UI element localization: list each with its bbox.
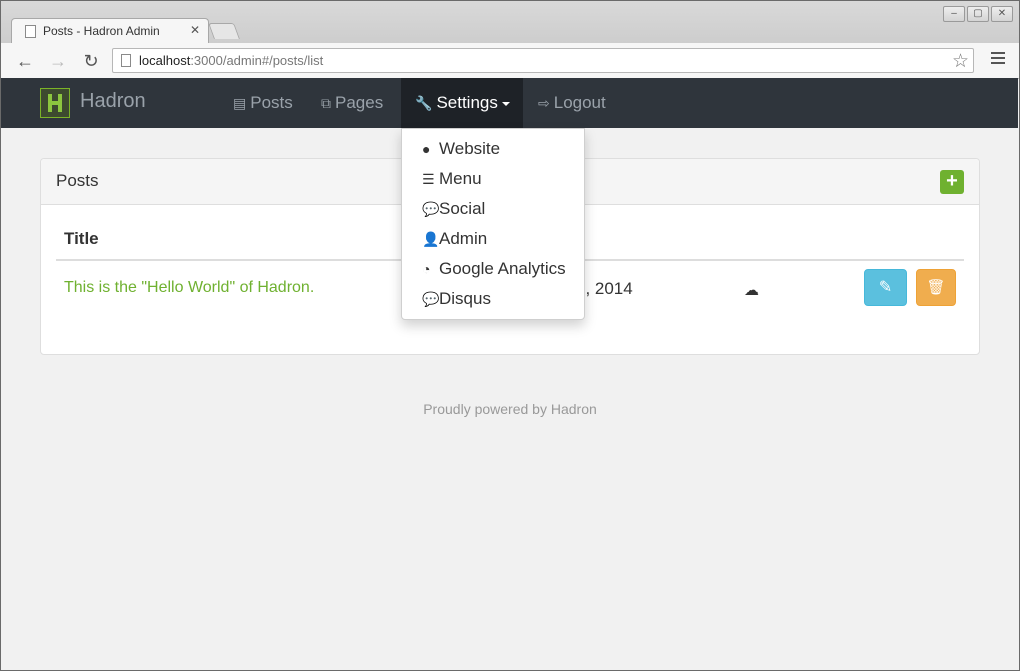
panel-title: Posts <box>56 171 99 190</box>
browser-tab[interactable]: Posts - Hadron Admin ✕ <box>11 18 209 44</box>
url-text: localhost:3000/admin#/posts/list <box>139 53 324 68</box>
hadron-logo-icon[interactable] <box>40 88 70 118</box>
new-tab-button[interactable] <box>208 23 240 39</box>
globe-icon: ● <box>422 141 431 157</box>
post-title-link[interactable]: This is the "Hello World" of Hadron. <box>64 279 314 297</box>
maximize-icon[interactable]: ▢ <box>967 6 989 22</box>
sign-out-icon: ⇨ <box>538 95 550 111</box>
wrench-icon: 🔧 <box>415 95 433 111</box>
edit-post-button[interactable]: ✎ <box>864 269 907 306</box>
user-icon: 👤 <box>422 231 440 247</box>
nav-settings[interactable]: 🔧 Settings <box>401 78 523 128</box>
back-arrow-icon[interactable]: ← <box>13 49 37 73</box>
nav-logout[interactable]: ⇨ Logout <box>524 78 620 128</box>
column-header-title: Title <box>64 229 99 248</box>
tab-title: Posts - Hadron Admin <box>43 24 160 38</box>
settings-dropdown: ● Website ☰ Menu 💬Social 👤Admin ◔ Google An… <box>401 128 585 320</box>
cloud-icon: ☁ <box>744 282 759 299</box>
reload-icon[interactable]: ↻ <box>79 49 103 73</box>
dashboard-icon: ◔ <box>422 261 431 277</box>
menu-item-website[interactable]: ● Website <box>402 137 584 167</box>
delete-post-button[interactable]: 🗑 <box>916 269 956 306</box>
menu-item-social[interactable]: 💬Social <box>402 197 584 227</box>
bookmark-star-icon[interactable]: ☆ <box>952 50 969 73</box>
comments-icon: 💬 <box>422 291 440 307</box>
address-bar[interactable]: localhost:3000/admin#/posts/list ☆ <box>112 48 974 73</box>
pencil-icon: ✎ <box>878 279 893 296</box>
browser-toolbar: ← → ↻ localhost:3000/admin#/posts/list ☆ <box>1 43 1019 79</box>
brand-name[interactable]: Hadron <box>80 90 146 113</box>
nav-posts[interactable]: ▤ Posts <box>219 78 307 128</box>
footer-text: Proudly powered by Hadron <box>423 401 597 417</box>
comment-icon: 💬 <box>422 201 440 217</box>
close-window-icon[interactable]: ✕ <box>991 6 1013 22</box>
list-icon: ☰ <box>422 171 435 187</box>
caret-down-icon <box>501 101 510 106</box>
menu-item-menu[interactable]: ☰ Menu <box>402 167 584 197</box>
window-controls: – ▢ ✕ <box>943 6 1013 22</box>
nav-pages[interactable]: ⧉ Pages <box>307 78 397 128</box>
browser-titlebar: Posts - Hadron Admin ✕ – ▢ ✕ <box>1 1 1019 44</box>
trash-icon: 🗑 <box>926 279 946 296</box>
app-navbar: Hadron ▤ Posts ⧉ Pages 🔧 Settings ⇨ Logout <box>1 78 1018 128</box>
page-icon <box>121 54 131 67</box>
list-alt-icon: ▤ <box>233 95 247 111</box>
menu-item-google-analytics[interactable]: ◔ Google Analytics <box>402 257 584 287</box>
add-post-button[interactable]: + <box>940 170 964 194</box>
page-favicon-icon <box>25 25 36 38</box>
browser-menu-icon[interactable] <box>991 52 1005 67</box>
tab-close-icon[interactable]: ✕ <box>190 23 200 37</box>
minimize-icon[interactable]: – <box>943 6 965 22</box>
copy-icon: ⧉ <box>321 95 331 111</box>
menu-item-disqus[interactable]: 💬Disqus <box>402 287 584 317</box>
menu-item-admin[interactable]: 👤Admin <box>402 227 584 257</box>
forward-arrow-icon[interactable]: → <box>46 49 70 73</box>
